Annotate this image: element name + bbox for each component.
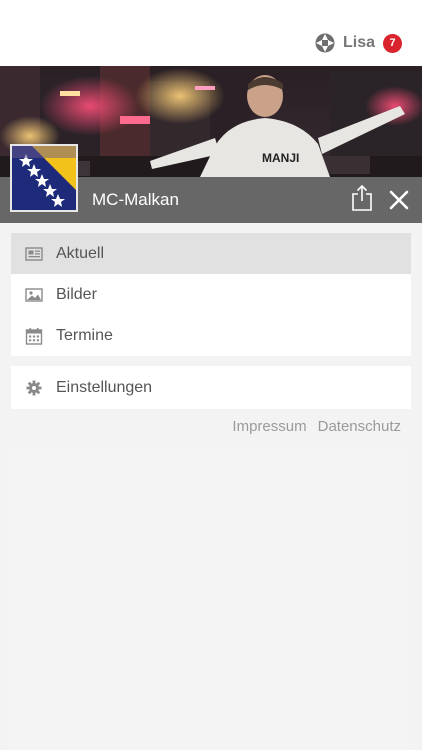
navigation-menu: Aktuell Bilder Termine	[11, 233, 411, 356]
app-logo-icon	[315, 33, 335, 53]
image-icon	[25, 286, 43, 304]
artist-avatar	[10, 144, 78, 212]
menu-item-termine[interactable]: Termine	[11, 315, 411, 356]
settings-menu: Einstellungen	[11, 366, 411, 409]
menu-item-bilder[interactable]: Bilder	[11, 274, 411, 315]
calendar-icon	[25, 327, 43, 345]
menu-item-label: Aktuell	[56, 244, 105, 262]
menu-item-aktuell[interactable]: Aktuell	[11, 233, 411, 274]
bosnia-flag-image	[12, 146, 76, 210]
top-bar: Lisa 7	[0, 0, 422, 66]
footer-links: Impressum Datenschutz	[232, 418, 401, 435]
impressum-link[interactable]: Impressum	[232, 418, 306, 435]
menu-item-einstellungen[interactable]: Einstellungen	[11, 366, 411, 409]
notification-badge[interactable]: 7	[383, 33, 402, 53]
menu-item-label: Bilder	[56, 285, 97, 303]
gear-icon	[25, 379, 43, 397]
news-icon	[25, 245, 43, 263]
user-name: Lisa	[342, 34, 375, 51]
menu-item-label: Einstellungen	[56, 378, 153, 396]
user-menu[interactable]: Lisa 7	[315, 33, 402, 53]
svg-text:MANJI: MANJI	[262, 151, 299, 165]
empty-panel	[11, 447, 411, 750]
close-icon[interactable]	[388, 189, 410, 211]
artist-name: MC-Malkan	[92, 190, 179, 209]
menu-item-label: Termine	[56, 326, 113, 344]
datenschutz-link[interactable]: Datenschutz	[318, 418, 401, 435]
share-icon[interactable]	[350, 184, 374, 212]
